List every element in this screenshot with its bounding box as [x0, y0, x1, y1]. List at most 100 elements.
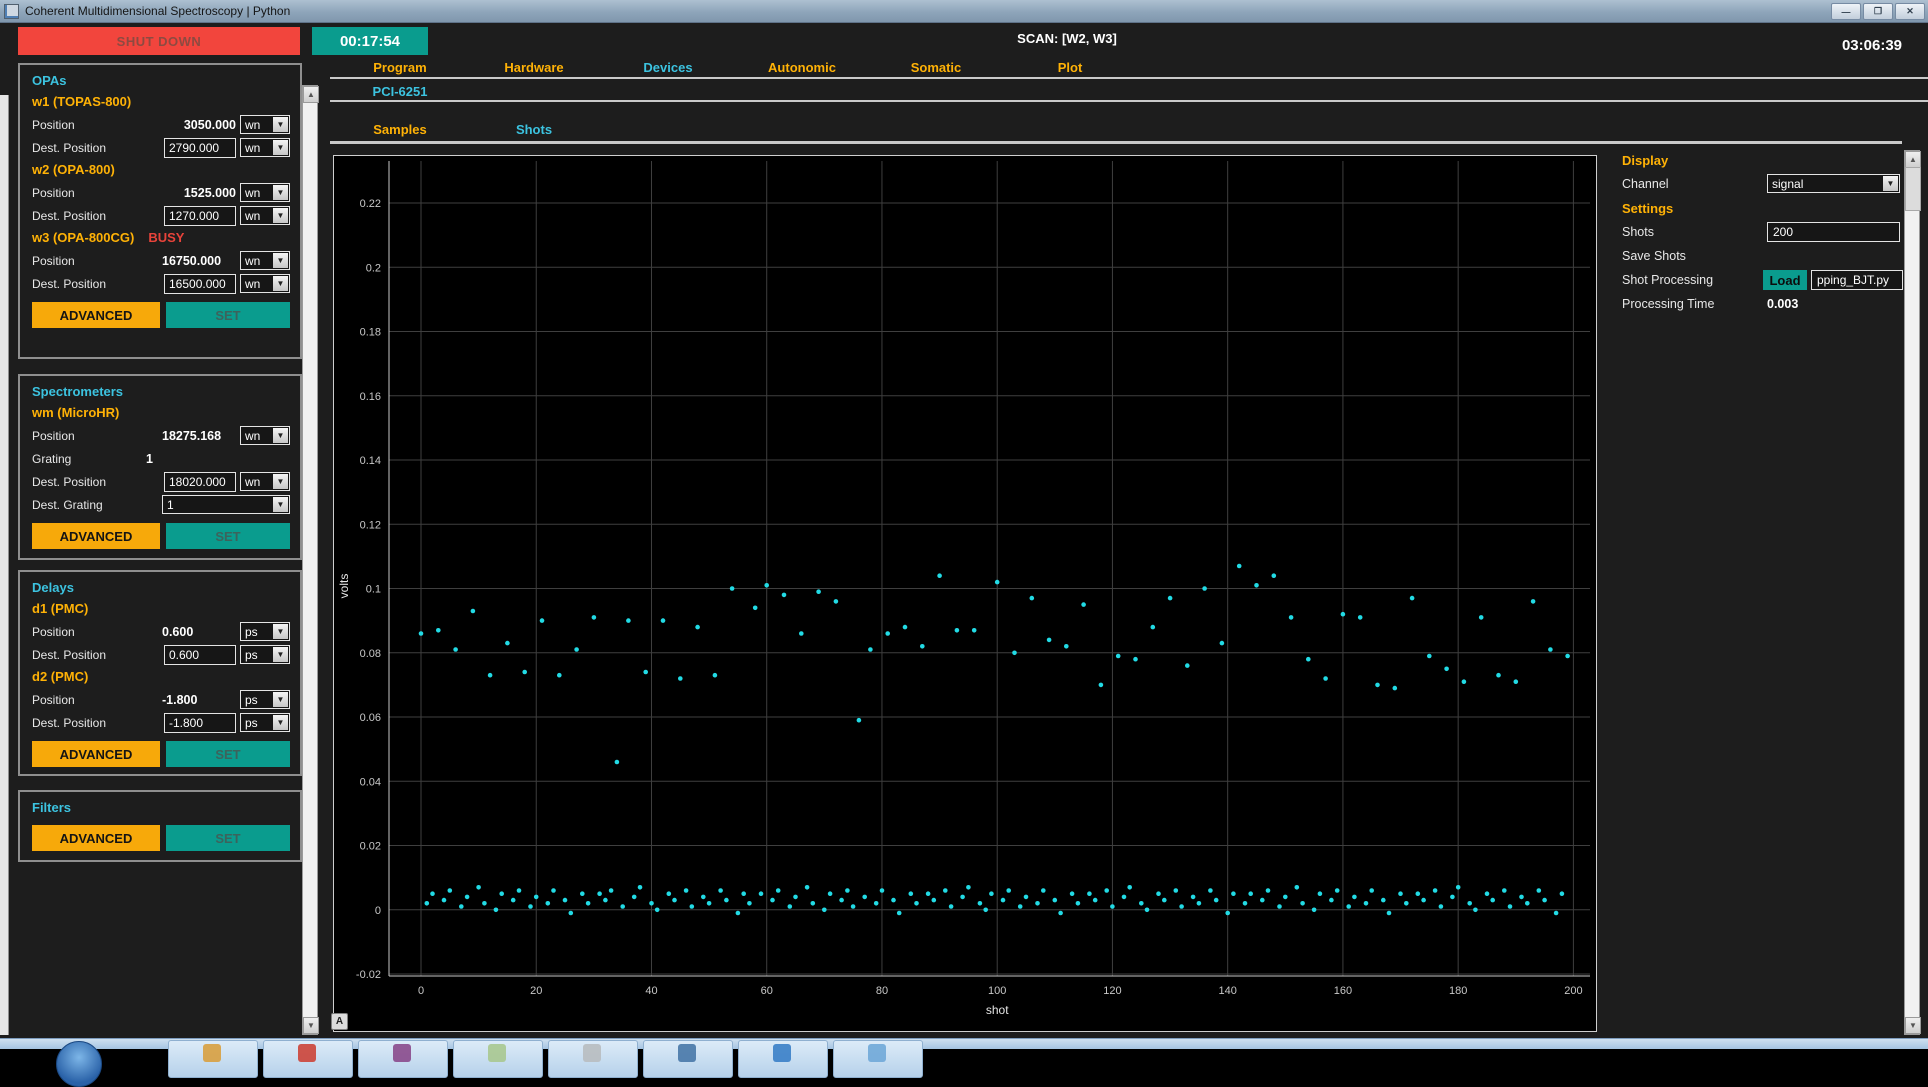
dest-position-label: Dest. Position — [32, 209, 164, 223]
unit-select[interactable]: wn▼ — [240, 183, 290, 202]
scatter-point — [972, 628, 977, 633]
scatter-point — [770, 898, 775, 903]
unit-select[interactable]: wn▼ — [240, 206, 290, 225]
set-button[interactable]: SET — [166, 741, 290, 767]
scrollbar-thumb[interactable] — [1905, 167, 1921, 211]
scatter-point — [638, 885, 643, 890]
processing-time-value: 0.003 — [1767, 297, 1798, 311]
scatter-point — [1467, 901, 1472, 906]
taskbar-app-button[interactable] — [263, 1040, 353, 1078]
scatter-point — [747, 901, 752, 906]
scatter-point — [903, 625, 908, 630]
scatter-point — [1496, 673, 1501, 678]
scatter-point — [1421, 898, 1426, 903]
unit-select[interactable]: ps▼ — [240, 690, 290, 709]
plot-autoscale-button[interactable]: A — [331, 1013, 348, 1030]
advanced-button[interactable]: ADVANCED — [32, 302, 160, 328]
tab-autonomic[interactable]: Autonomic — [735, 60, 869, 75]
position-value: -1.800 — [162, 693, 236, 707]
d2-dest-position-row: Dest. Position ps▼ — [32, 711, 290, 734]
tab-pci-6251[interactable]: PCI-6251 — [333, 84, 467, 99]
advanced-button[interactable]: ADVANCED — [32, 523, 160, 549]
scatter-point — [592, 615, 597, 620]
scatter-point — [1329, 898, 1334, 903]
scroll-down-icon[interactable]: ▼ — [303, 1017, 319, 1034]
taskbar-app-button[interactable] — [643, 1040, 733, 1078]
taskbar-app-button[interactable] — [738, 1040, 828, 1078]
unit-select[interactable]: wn▼ — [240, 138, 290, 157]
svg-text:0.18: 0.18 — [360, 327, 381, 339]
load-script-button[interactable]: Load — [1763, 270, 1807, 290]
tab-devices[interactable]: Devices — [601, 60, 735, 75]
dest-position-input[interactable] — [164, 206, 236, 226]
dest-grating-select[interactable]: 1▼ — [162, 495, 290, 514]
scatter-point — [626, 618, 631, 623]
restore-button[interactable]: ❐ — [1863, 3, 1893, 20]
shutdown-button[interactable]: SHUT DOWN — [18, 27, 300, 55]
taskbar-app-button[interactable] — [833, 1040, 923, 1078]
advanced-button[interactable]: ADVANCED — [32, 825, 160, 851]
dest-position-input[interactable] — [164, 274, 236, 294]
unit-select[interactable]: wn▼ — [240, 472, 290, 491]
minimize-button[interactable]: — — [1831, 3, 1861, 20]
advanced-button[interactable]: ADVANCED — [32, 741, 160, 767]
scatter-point — [1168, 596, 1173, 601]
unit-select[interactable]: wn▼ — [240, 251, 290, 270]
scatter-point — [1565, 654, 1570, 659]
set-button[interactable]: SET — [166, 302, 290, 328]
scroll-up-icon[interactable]: ▲ — [303, 86, 319, 103]
scroll-up-icon[interactable]: ▲ — [1905, 151, 1921, 168]
sidebar-scrollbar[interactable]: ▲ ▼ — [302, 85, 318, 1035]
shots-input[interactable] — [1767, 222, 1900, 242]
close-button[interactable]: ✕ — [1895, 3, 1925, 20]
shots-plot[interactable]: 020406080100120140160180200-0.0200.020.0… — [333, 155, 1597, 1032]
dest-position-input[interactable] — [164, 472, 236, 492]
position-value: 16750.000 — [162, 254, 236, 268]
window-edge-scrollbar[interactable] — [0, 95, 9, 1035]
tab-hardware[interactable]: Hardware — [467, 60, 601, 75]
scatter-point — [540, 618, 545, 623]
unit-select[interactable]: wn▼ — [240, 426, 290, 445]
scatter-point — [828, 891, 833, 896]
unit-select[interactable]: wn▼ — [240, 115, 290, 134]
tab-shots[interactable]: Shots — [467, 122, 601, 137]
dest-position-input[interactable] — [164, 645, 236, 665]
unit-select[interactable]: ps▼ — [240, 713, 290, 732]
scatter-point — [995, 580, 1000, 585]
unit-select[interactable]: ps▼ — [240, 645, 290, 664]
unit-select[interactable]: wn▼ — [240, 274, 290, 293]
scatter-point — [1283, 895, 1288, 900]
right-panel-scrollbar[interactable]: ▲ ▼ — [1904, 150, 1920, 1035]
taskbar-app-button[interactable] — [453, 1040, 543, 1078]
scatter-point — [1076, 901, 1081, 906]
wm-dest-grating-row: Dest. Grating 1▼ — [32, 493, 290, 516]
scatter-point — [741, 891, 746, 896]
taskbar-app-button[interactable] — [168, 1040, 258, 1078]
scatter-point — [816, 589, 821, 594]
scatter-point — [718, 888, 723, 893]
dest-position-input[interactable] — [164, 713, 236, 733]
taskbar-app-button[interactable] — [358, 1040, 448, 1078]
title-bar: Coherent Multidimensional Spectroscopy |… — [0, 0, 1928, 23]
scatter-point — [736, 911, 741, 916]
channel-select[interactable]: signal▼ — [1767, 174, 1900, 193]
scatter-point — [580, 891, 585, 896]
scroll-down-icon[interactable]: ▼ — [1905, 1017, 1921, 1034]
taskbar-app-icon — [488, 1044, 506, 1062]
shot-processing-file-field[interactable] — [1811, 270, 1903, 290]
tab-program[interactable]: Program — [333, 60, 467, 75]
scatter-point — [759, 891, 764, 896]
set-button[interactable]: SET — [166, 825, 290, 851]
taskbar-app-button[interactable] — [548, 1040, 638, 1078]
scatter-point — [1110, 904, 1115, 909]
dest-position-label: Dest. Position — [32, 648, 164, 662]
dest-position-input[interactable] — [164, 138, 236, 158]
tab-samples[interactable]: Samples — [333, 122, 467, 137]
scatter-point — [966, 885, 971, 890]
scatter-point — [701, 895, 706, 900]
unit-select[interactable]: ps▼ — [240, 622, 290, 641]
tab-somatic[interactable]: Somatic — [869, 60, 1003, 75]
set-button[interactable]: SET — [166, 523, 290, 549]
tab-plot[interactable]: Plot — [1003, 60, 1137, 75]
device-header-w1: w1 (TOPAS-800) — [32, 91, 290, 113]
